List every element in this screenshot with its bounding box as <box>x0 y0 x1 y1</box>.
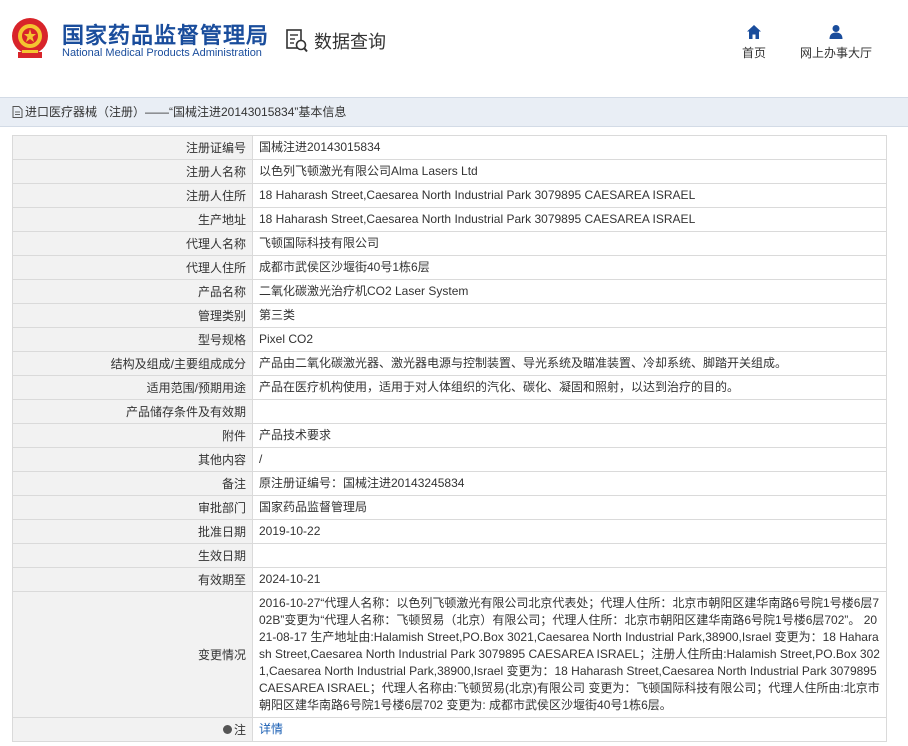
bullet-icon <box>222 725 232 734</box>
field-label: 备注 <box>12 471 253 496</box>
field-label: 注册证编号 <box>12 135 253 160</box>
nav-online-service-hall[interactable]: 网上办事大厅 <box>796 24 876 61</box>
table-row: 变更情况 2016-10-27“代理人名称：以色列飞顿激光有限公司北京代表处；代理… <box>12 591 887 718</box>
field-label: 批准日期 <box>12 519 253 544</box>
field-value: 2024-10-21 <box>252 567 887 592</box>
field-value: / <box>252 447 887 472</box>
field-label: 其他内容 <box>12 447 253 472</box>
table-row: 备注 原注册证编号：国械注进20143245834 <box>12 471 887 496</box>
field-label: 变更情况 <box>12 591 253 718</box>
field-label: 结构及组成/主要组成成分 <box>12 351 253 376</box>
field-label: 注册人住所 <box>12 183 253 208</box>
field-label: 代理人名称 <box>12 231 253 256</box>
document-search-icon <box>286 29 308 53</box>
table-row-note: 注详情 <box>12 717 887 742</box>
detail-link[interactable]: 详情 <box>259 722 283 736</box>
field-value: 原注册证编号：国械注进20143245834 <box>252 471 887 496</box>
field-value: 国械注进20143015834 <box>252 135 887 160</box>
table-row: 产品名称 二氧化碳激光治疗机CO2 Laser System <box>12 279 887 304</box>
table-row: 有效期至 2024-10-21 <box>12 567 887 592</box>
field-value: 二氧化碳激光治疗机CO2 Laser System <box>252 279 887 304</box>
field-label: 审批部门 <box>12 495 253 520</box>
field-value: 成都市武侯区沙堰街40号1栋6层 <box>252 255 887 280</box>
field-value: 第三类 <box>252 303 887 328</box>
detail-table-container: 注册证编号 国械注进20143015834 注册人名称 以色列飞顿激光有限公司Alma… <box>12 135 887 742</box>
note-value: 详情 <box>252 717 887 742</box>
data-query-section[interactable]: 数据查询 <box>286 28 386 54</box>
note-label: 注 <box>233 723 246 737</box>
field-label: 适用范围/预期用途 <box>12 375 253 400</box>
table-row: 结构及组成/主要组成成分 产品由二氧化碳激光器、激光器电源与控制装置、导光系统及瞄… <box>12 351 887 376</box>
table-row: 代理人住所 成都市武侯区沙堰街40号1栋6层 <box>12 255 887 280</box>
note-label-cell: 注 <box>12 717 253 742</box>
field-value: 2019-10-22 <box>252 519 887 544</box>
field-label: 生产地址 <box>12 207 253 232</box>
field-label: 产品储存条件及有效期 <box>12 399 253 424</box>
field-value: 2016-10-27“代理人名称：以色列飞顿激光有限公司北京代表处；代理人住所：… <box>252 591 887 718</box>
table-row: 注册人住所 18 Haharash Street,Caesarea North I… <box>12 183 887 208</box>
table-row: 产品储存条件及有效期 <box>12 399 887 424</box>
table-row: 管理类别 第三类 <box>12 303 887 328</box>
field-value: 以色列飞顿激光有限公司Alma Lasers Ltd <box>252 159 887 184</box>
field-value <box>252 399 887 424</box>
breadcrumb-text: 进口医疗器械（注册）——“国械注进20143015834”基本信息 <box>25 105 347 119</box>
field-value: 国家药品监督管理局 <box>252 495 887 520</box>
table-row: 其他内容 / <box>12 447 887 472</box>
table-row: 代理人名称 飞顿国际科技有限公司 <box>12 231 887 256</box>
table-row: 注册人名称 以色列飞顿激光有限公司Alma Lasers Ltd <box>12 159 887 184</box>
nav-home[interactable]: 首页 <box>736 24 772 61</box>
nav-hall-label: 网上办事大厅 <box>799 46 872 60</box>
field-label: 代理人住所 <box>12 255 253 280</box>
field-value: 18 Haharash Street,Caesarea North Indust… <box>252 207 887 232</box>
document-icon <box>12 106 23 118</box>
national-emblem-icon[interactable] <box>10 16 50 60</box>
field-value: 产品在医疗机构使用，适用于对人体组织的汽化、碳化、凝固和照射，以达到治疗的目的。 <box>252 375 887 400</box>
field-label: 产品名称 <box>12 279 253 304</box>
table-row: 注册证编号 国械注进20143015834 <box>12 135 887 160</box>
field-label: 管理类别 <box>12 303 253 328</box>
field-value: 18 Haharash Street,Caesarea North Indust… <box>252 183 887 208</box>
field-label: 生效日期 <box>12 543 253 568</box>
table-row: 审批部门 国家药品监督管理局 <box>12 495 887 520</box>
table-row: 适用范围/预期用途 产品在医疗机构使用，适用于对人体组织的汽化、碳化、凝固和照射，… <box>12 375 887 400</box>
query-title: 数据查询 <box>314 32 386 52</box>
org-name-cn[interactable]: 国家药品监督管理局 <box>62 18 269 50</box>
field-value: 飞顿国际科技有限公司 <box>252 231 887 256</box>
org-name-en[interactable]: National Medical Products Administration <box>62 47 262 59</box>
field-value <box>252 543 887 568</box>
table-row: 生效日期 <box>12 543 887 568</box>
breadcrumb: 进口医疗器械（注册）——“国械注进20143015834”基本信息 <box>0 97 908 127</box>
table-row: 型号规格 Pixel CO2 <box>12 327 887 352</box>
field-label: 附件 <box>12 423 253 448</box>
nav-home-label: 首页 <box>741 46 766 60</box>
table-row: 附件 产品技术要求 <box>12 423 887 448</box>
detail-table: 注册证编号 国械注进20143015834 注册人名称 以色列飞顿激光有限公司Alma… <box>12 135 887 742</box>
home-icon <box>747 25 761 39</box>
field-value: Pixel CO2 <box>252 327 887 352</box>
table-row: 批准日期 2019-10-22 <box>12 519 887 544</box>
field-label: 注册人名称 <box>12 159 253 184</box>
field-value: 产品由二氧化碳激光器、激光器电源与控制装置、导光系统及瞄准装置、冷却系统、脚踏开… <box>252 351 887 376</box>
user-icon <box>829 25 843 39</box>
field-label: 型号规格 <box>12 327 253 352</box>
table-row: 生产地址 18 Haharash Street,Caesarea North In… <box>12 207 887 232</box>
site-header: 国家药品监督管理局 National Medical Products Admi… <box>0 0 908 80</box>
field-value: 产品技术要求 <box>252 423 887 448</box>
field-label: 有效期至 <box>12 567 253 592</box>
